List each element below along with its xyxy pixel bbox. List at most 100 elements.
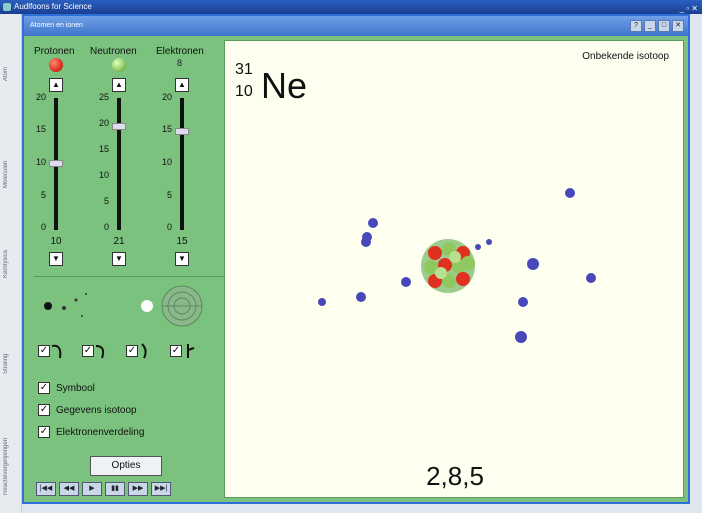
show-isotope-data-label: Gegevens isotoop [56,404,137,416]
atom-drawing [318,188,596,343]
window-title: Atomen en ionen [30,22,83,29]
nucleus [421,239,475,293]
show-electron-config-option[interactable]: ✓ Elektronenverdeling [38,426,144,438]
panel-divider [34,276,224,277]
proton-ball-icon [49,58,63,72]
electron-dot [518,297,528,307]
animation-check-4[interactable]: ✓ [170,342,198,360]
show-isotope-data-checkbox[interactable]: ✓ [38,404,50,416]
neutrons-slider-thumb[interactable] [112,123,126,130]
electrons-slider-thumb[interactable] [175,128,189,135]
electrons-tick: 15 [161,124,172,134]
electron-configuration: 2,8,5 [426,461,484,491]
electrons-slider-track[interactable] [180,98,184,230]
arrow-curve-icon [141,343,147,359]
show-symbol-checkbox[interactable]: ✓ [38,382,50,394]
electron-dot [527,258,539,270]
electron-dot [318,298,326,306]
atom-stage: 31 10 Ne Onbekende isotoop 2,8,5 [224,40,684,498]
animation-check-1[interactable]: ✓ [38,342,66,360]
arrow-curve-icon [95,345,105,359]
play-button[interactable]: ▶ [82,482,102,496]
neutrons-tick: 25 [98,92,109,102]
electrons-tick: 5 [166,190,172,200]
electron-dot [361,237,371,247]
neutrons-value: 21 [113,236,125,247]
show-symbol-label: Symbool [56,382,95,394]
particles-view-icon[interactable] [38,286,98,326]
options-button[interactable]: Opties [90,456,162,476]
show-electron-config-checkbox[interactable]: ✓ [38,426,50,438]
electron-dot [356,292,366,302]
electrons-decrease-button[interactable]: ▼ [175,252,189,266]
forward-end-button[interactable]: ▶▶| [151,482,171,496]
protons-tick: 15 [35,124,46,134]
protons-tick: 10 [35,157,46,167]
animation-checkbox-3[interactable]: ✓ [126,345,138,357]
app-root: Audlfoons for Science _ ▫ ✕ Atom Molecul… [0,0,702,513]
protons-decrease-button[interactable]: ▼ [49,252,63,266]
rewind-button[interactable]: ◀◀ [59,482,79,496]
electrons-increase-button[interactable]: ▲ [175,78,189,92]
protons-slider-thumb[interactable] [49,160,63,167]
electrons-tick: 10 [161,157,172,167]
protons-tick: 5 [40,190,46,200]
animation-check-3[interactable]: ✓ [126,342,154,360]
window-help-button[interactable]: ? [630,20,642,32]
protons-tick: 20 [35,92,46,102]
show-electron-config-label: Elektronenverdeling [56,426,145,438]
window-titlebar: Atomen en ionen ? _ □ ✕ [24,16,688,36]
left-tab-kernfysica[interactable]: Kernfysica [3,234,19,294]
animation-checkbox-2[interactable]: ✓ [82,345,94,357]
protons-value: 10 [50,236,62,247]
electron-dot [368,218,378,228]
electrons-value: 15 [176,236,188,247]
left-tab-atom[interactable]: Atom [3,54,19,94]
window-close-button[interactable]: ✕ [672,20,684,32]
electron-dot [401,277,411,287]
electron-count-display: 8 [177,58,183,68]
app-title: Audlfoons for Science [14,2,92,11]
left-tab-moleculen[interactable]: Moleculen [3,144,19,204]
electrons-tick: 20 [161,92,172,102]
rewind-start-button[interactable]: |◀◀ [36,482,56,496]
animation-check-2[interactable]: ✓ [82,342,110,360]
fast-forward-button[interactable]: ▶▶ [128,482,148,496]
neutrons-tick: 5 [103,196,109,206]
animation-checkbox-1[interactable]: ✓ [38,345,50,357]
left-tab-reactievergelijkingen[interactable]: Reactievergelijkingen [3,424,19,509]
simulation-window: Atomen en ionen ? _ □ ✕ Protonen Neutron… [22,14,690,504]
protons-increase-button[interactable]: ▲ [49,78,63,92]
animation-checkbox-4[interactable]: ✓ [170,345,182,357]
electron-dot [515,331,527,343]
neutrons-increase-button[interactable]: ▲ [112,78,126,92]
window-maximize-button[interactable]: □ [658,20,670,32]
neutrons-tick: 20 [98,118,109,128]
app-icon [3,3,11,11]
neutrons-tick: 10 [98,170,109,180]
neutrons-slider-track[interactable] [117,98,121,230]
electrons-tick: 0 [166,222,172,232]
control-panel: Protonen Neutronen Elektronen 8 ▲ ▲ ▲ 20… [34,40,224,498]
show-isotope-data-option[interactable]: ✓ Gegevens isotoop [38,404,137,416]
electron-dot [565,188,575,198]
left-tab-straling[interactable]: Straling [3,334,19,394]
electron-dot [486,239,492,245]
playback-controls: |◀◀ ◀◀ ▶ ▮▮ ▶▶ ▶▶| [36,482,171,496]
window-controls: ? _ □ ✕ [630,20,684,32]
neutron-ball-icon [112,58,126,72]
arrow-curve-icon [51,344,62,359]
neutrons-decrease-button[interactable]: ▼ [112,252,126,266]
window-minimize-button[interactable]: _ [644,20,656,32]
arrow-curve-icon [187,344,195,358]
electron-dot [475,244,481,250]
show-symbol-option[interactable]: ✓ Symbool [38,382,95,394]
protons-tick: 0 [40,222,46,232]
electrons-label: Elektronen [156,46,204,57]
pause-button[interactable]: ▮▮ [105,482,125,496]
nucleus-view-icon[interactable] [140,286,154,326]
left-tab-strip: Atom Moleculen Kernfysica Straling React… [0,14,22,513]
neutrons-label: Neutronen [90,46,137,57]
electron-dot [586,273,596,283]
shell-model-icon[interactable] [160,284,204,328]
